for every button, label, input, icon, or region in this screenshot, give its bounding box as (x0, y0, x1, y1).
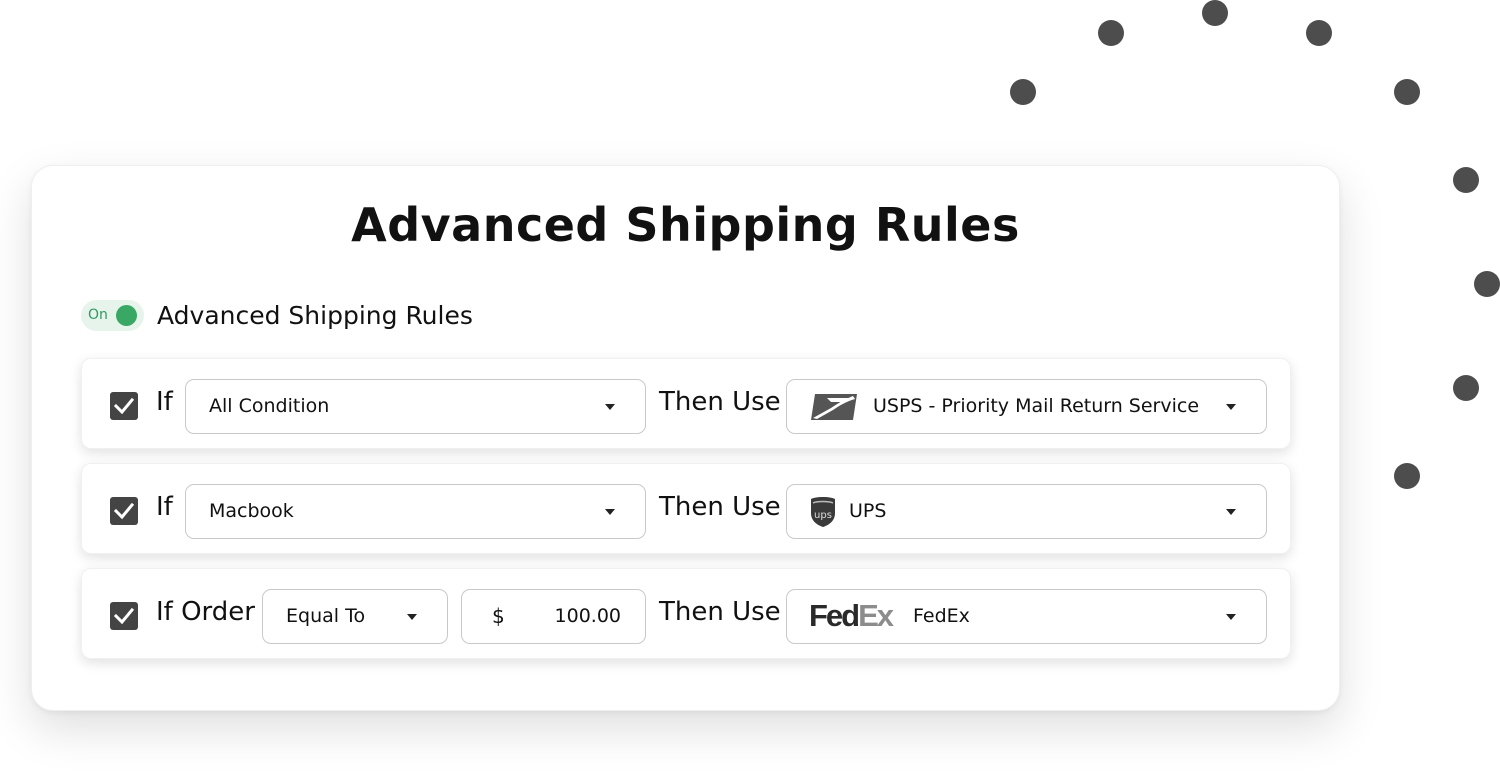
caret-down-icon (605, 509, 615, 515)
svg-text:ups: ups (814, 510, 832, 521)
carrier-select[interactable]: USPS - Priority Mail Return Service (786, 379, 1267, 434)
carrier-select[interactable]: ups UPS (786, 484, 1267, 539)
carrier-name: USPS - Priority Mail Return Service (873, 395, 1200, 417)
decorative-dot (1010, 79, 1036, 105)
decorative-dot (1202, 0, 1228, 26)
amount-value: 100.00 (554, 605, 621, 627)
then-use-label: Then Use (659, 492, 781, 522)
checkmark-icon (113, 502, 135, 520)
then-use-label: Then Use (659, 597, 781, 627)
caret-down-icon (605, 404, 615, 410)
caret-down-icon (1226, 614, 1236, 620)
decorative-dot (1306, 20, 1332, 46)
caret-down-icon (1226, 509, 1236, 515)
fedex-logo-fed: Fed (809, 598, 860, 633)
toggle-knob (116, 304, 137, 326)
caret-down-icon (407, 614, 417, 620)
carrier-name: UPS (849, 500, 887, 522)
decorative-dot (1098, 20, 1124, 46)
toggle-state-label: On (88, 306, 108, 323)
page-title: Advanced Shipping Rules (351, 198, 1020, 252)
decorative-dot (1394, 79, 1420, 105)
carrier-name: FedEx (913, 605, 970, 627)
usps-eagle-icon (811, 394, 857, 420)
rule-checkbox[interactable] (110, 392, 138, 420)
rule-row: If Macbook Then Use ups UPS (81, 463, 1291, 554)
checkmark-icon (113, 397, 135, 415)
shipping-rules-card: Advanced Shipping Rules On Advanced Ship… (31, 165, 1340, 711)
toggle-row: On Advanced Shipping Rules (81, 299, 473, 331)
condition-select[interactable]: All Condition (185, 379, 646, 434)
rule-row: If Order Equal To $ 100.00 Then Use FedE… (81, 568, 1291, 659)
condition-value: Macbook (209, 500, 294, 522)
fedex-logo-ex: Ex (858, 598, 894, 633)
currency-symbol: $ (492, 604, 505, 628)
rule-checkbox[interactable] (110, 602, 138, 630)
decorative-dot (1453, 167, 1479, 193)
decorative-dot (1453, 375, 1479, 401)
operator-select[interactable]: Equal To (262, 589, 448, 644)
if-label: If (156, 387, 173, 417)
operator-value: Equal To (286, 605, 366, 627)
decorative-dot (1394, 463, 1420, 489)
condition-select[interactable]: Macbook (185, 484, 646, 539)
carrier-select[interactable]: FedEx FedEx (786, 589, 1267, 644)
if-label: If (156, 492, 173, 522)
rule-row: If All Condition Then Use USPS - Priorit… (81, 358, 1291, 449)
decorative-dot (1474, 271, 1500, 297)
condition-value: All Condition (209, 395, 330, 417)
then-use-label: Then Use (659, 387, 781, 417)
ups-shield-icon: ups (811, 497, 835, 527)
toggle-label: Advanced Shipping Rules (157, 300, 473, 330)
advanced-rules-toggle[interactable]: On (81, 299, 144, 331)
if-order-label: If Order (156, 597, 255, 627)
amount-input[interactable]: $ 100.00 (461, 589, 646, 644)
fedex-logo-icon: FedEx (809, 598, 894, 633)
checkmark-icon (113, 607, 135, 625)
caret-down-icon (1226, 404, 1236, 410)
rule-checkbox[interactable] (110, 497, 138, 525)
